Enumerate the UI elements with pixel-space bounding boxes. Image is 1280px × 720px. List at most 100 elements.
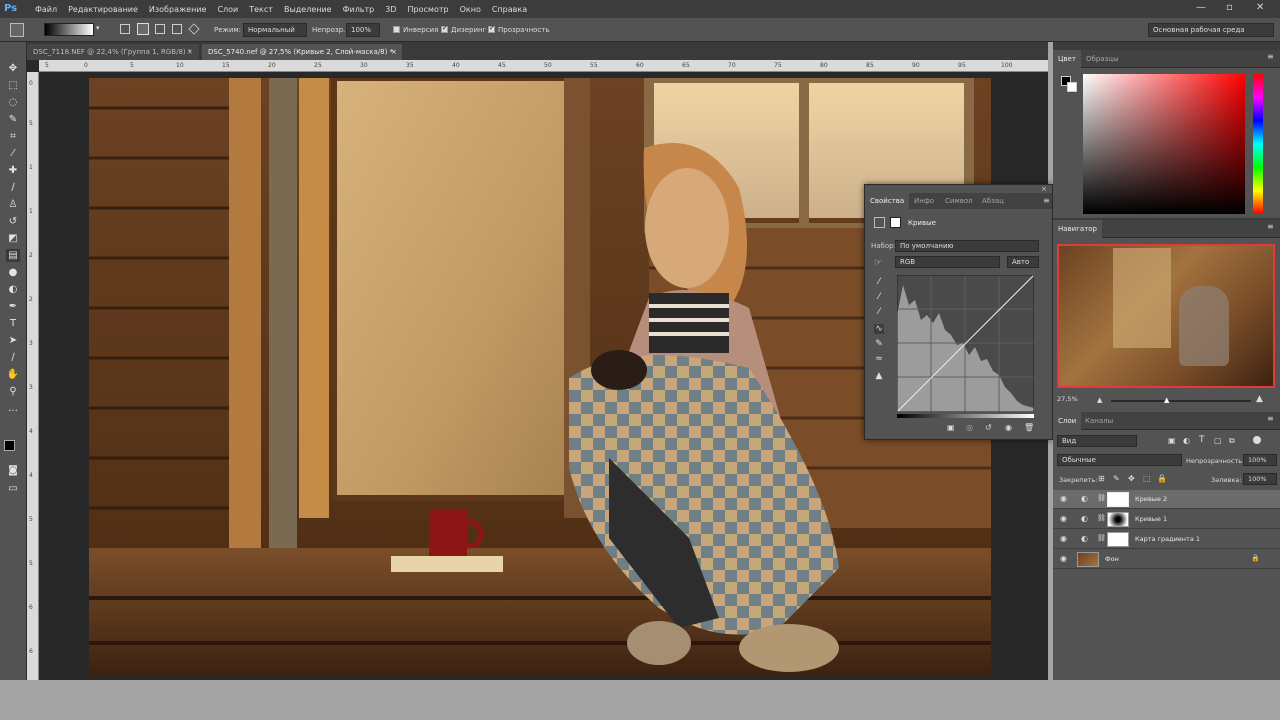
visibility-eye-icon[interactable]: ◉: [1060, 534, 1067, 543]
close-window-button[interactable]: ✕: [1256, 2, 1264, 13]
panel-menu-icon[interactable]: ≡: [1267, 52, 1274, 61]
restore-button[interactable]: ▫: [1226, 2, 1233, 13]
visibility-eye-icon[interactable]: ◉: [1060, 494, 1067, 503]
tab-navigator[interactable]: Навигатор: [1053, 220, 1102, 238]
layer-name[interactable]: Карта градиента 1: [1135, 535, 1200, 543]
reflected-gradient-icon[interactable]: [172, 24, 182, 34]
dither-checkbox[interactable]: [441, 24, 448, 33]
layer-name[interactable]: Фон: [1105, 555, 1119, 563]
type-tool-icon[interactable]: T: [6, 317, 20, 330]
foreground-color-swatch[interactable]: [4, 440, 15, 451]
inverse-checkbox[interactable]: [393, 26, 400, 33]
navigator-zoom-value[interactable]: 27,5%: [1057, 395, 1078, 403]
visibility-eye-icon[interactable]: ◉: [1060, 514, 1067, 523]
visibility-eye-icon[interactable]: ◉: [1060, 554, 1067, 563]
link-icon[interactable]: ⛓: [1097, 534, 1106, 542]
menu-layers[interactable]: Слои: [217, 5, 238, 14]
hand-tool-icon[interactable]: ✋: [6, 368, 20, 381]
dodge-tool-icon[interactable]: ◐: [6, 283, 20, 296]
layer-mask-thumbnail[interactable]: [1107, 492, 1129, 507]
lock-all-icon[interactable]: 🔒: [1157, 474, 1167, 483]
shape-tool-icon[interactable]: ∕: [6, 351, 20, 364]
tab-swatches[interactable]: Образцы: [1081, 50, 1124, 68]
lock-artboard-icon[interactable]: ⬚: [1143, 474, 1151, 483]
gradient-preview[interactable]: [44, 23, 94, 36]
blend-mode-select[interactable]: Обычные: [1057, 454, 1182, 466]
gradient-tool-icon[interactable]: ▤: [6, 249, 20, 262]
tab-character[interactable]: Символ: [940, 193, 978, 209]
gradient-dropdown-icon[interactable]: ▾: [96, 24, 100, 32]
path-select-tool-icon[interactable]: ➤: [6, 334, 20, 347]
tab-document-2[interactable]: DSC_5740.nef @ 27,5% (Кривые 2, Слой-мас…: [202, 44, 402, 60]
quick-mask-icon[interactable]: ◙: [6, 464, 20, 477]
menu-help[interactable]: Справка: [492, 5, 527, 14]
marquee-tool-icon[interactable]: ⬚: [6, 79, 20, 92]
filter-toggle[interactable]: [1253, 436, 1261, 444]
layer-row-gradient-map[interactable]: ◉ ◐ ⛓ Карта градиента 1: [1053, 530, 1280, 549]
lasso-tool-icon[interactable]: ◌: [6, 96, 20, 109]
mode-select[interactable]: Нормальный: [243, 23, 307, 37]
eyedropper-tool-icon[interactable]: ⁄: [6, 147, 20, 160]
panel-menu-icon[interactable]: ≡: [1043, 196, 1050, 205]
radial-gradient-icon[interactable]: [137, 23, 149, 35]
history-brush-icon[interactable]: ↺: [6, 215, 20, 228]
menu-edit[interactable]: Редактирование: [68, 5, 138, 14]
view-previous-icon[interactable]: ◎: [966, 423, 973, 432]
stamp-tool-icon[interactable]: ♙: [6, 198, 20, 211]
tab-color[interactable]: Цвет: [1053, 50, 1081, 68]
preset-select[interactable]: По умолчанию: [895, 240, 1039, 252]
document-image[interactable]: [89, 78, 991, 676]
zoom-slider[interactable]: [1111, 400, 1251, 402]
color-field[interactable]: [1083, 74, 1245, 214]
zoom-tool-icon[interactable]: ⚲: [6, 385, 20, 398]
close-tab-icon[interactable]: ×: [187, 44, 193, 60]
curves-graph[interactable]: [896, 274, 1035, 413]
menu-filter[interactable]: Фильтр: [343, 5, 375, 14]
workspace-select[interactable]: Основная рабочая среда: [1148, 23, 1274, 37]
diamond-gradient-icon[interactable]: [188, 23, 200, 35]
layer-mask-thumbnail[interactable]: [1107, 532, 1129, 547]
pencil-curve-tool-icon[interactable]: ✎: [874, 339, 884, 349]
healing-tool-icon[interactable]: ✚: [6, 164, 20, 177]
close-panel-icon[interactable]: ×: [1041, 185, 1047, 193]
layer-row-curves-2[interactable]: ◉ ◐ ⛓ Кривые 2: [1053, 490, 1280, 509]
target-adjust-icon[interactable]: ☞: [874, 258, 882, 268]
mask-icon[interactable]: [890, 217, 901, 228]
auto-button[interactable]: Авто: [1007, 256, 1039, 268]
more-tools-icon[interactable]: …: [6, 402, 20, 415]
clipping-warning-icon[interactable]: ▲: [874, 371, 884, 381]
smooth-curve-icon[interactable]: ≈: [874, 354, 884, 364]
tab-paragraph[interactable]: Абзац: [977, 193, 1009, 209]
black-point-eyedropper-icon[interactable]: ⁄: [874, 277, 884, 287]
brush-tool-icon[interactable]: ∕: [6, 181, 20, 194]
panel-menu-icon[interactable]: ≡: [1267, 222, 1274, 231]
crop-tool-icon[interactable]: ⌗: [6, 130, 20, 143]
curve-point-tool-icon[interactable]: ∿: [874, 324, 884, 334]
gray-point-eyedropper-icon[interactable]: ⁄: [874, 292, 884, 302]
panel-menu-icon[interactable]: ≡: [1267, 414, 1274, 423]
hue-slider[interactable]: [1253, 74, 1263, 214]
lock-position-icon[interactable]: ✥: [1128, 474, 1135, 483]
clip-to-layer-icon[interactable]: ▣: [947, 423, 957, 433]
layer-name[interactable]: Кривые 2: [1135, 495, 1167, 503]
menu-image[interactable]: Изображение: [149, 5, 207, 14]
filter-type-icon[interactable]: T: [1199, 435, 1205, 445]
eraser-tool-icon[interactable]: ◩: [6, 232, 20, 245]
tab-layers[interactable]: Слои: [1053, 412, 1082, 430]
background-swatch[interactable]: [1067, 82, 1077, 92]
channel-select[interactable]: RGB: [895, 256, 1000, 268]
navigator-preview[interactable]: [1057, 244, 1275, 388]
transparency-checkbox[interactable]: [488, 24, 495, 33]
minimize-button[interactable]: —: [1196, 2, 1206, 13]
layer-opacity-input[interactable]: 100%: [1243, 454, 1277, 466]
screen-mode-icon[interactable]: ▭: [6, 482, 20, 495]
tab-properties[interactable]: Свойства: [865, 193, 910, 209]
close-tab-icon[interactable]: ×: [391, 44, 397, 60]
filter-pixel-icon[interactable]: ▣: [1168, 436, 1176, 445]
zoom-in-icon[interactable]: ▲: [1256, 394, 1263, 404]
angle-gradient-icon[interactable]: [155, 24, 165, 34]
layer-filter-select[interactable]: Вид: [1057, 435, 1137, 447]
menu-file[interactable]: Файл: [35, 5, 57, 14]
reset-icon[interactable]: ↺: [985, 423, 992, 432]
move-tool-icon[interactable]: ✥: [6, 62, 20, 75]
